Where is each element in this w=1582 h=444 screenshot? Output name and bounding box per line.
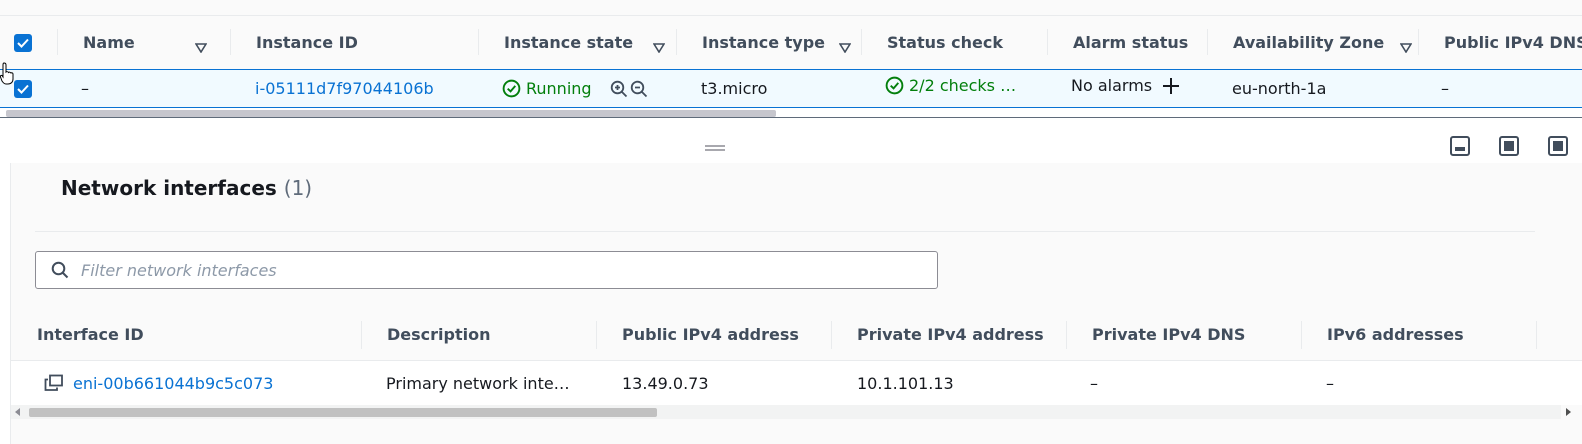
column-separator [1536,321,1537,349]
divider [35,231,1535,232]
column-separator [861,29,862,55]
column-separator [1418,29,1419,55]
column-separator [1207,29,1208,55]
column-header-label: Instance ID [256,33,358,52]
panel-hide-icon[interactable] [1547,135,1569,157]
filter-network-interfaces-input[interactable] [81,260,901,280]
column-header-instance-state[interactable]: Instance state [504,16,666,69]
column-separator [361,321,362,349]
column-separator [478,29,479,55]
table-top-strip [0,0,1582,16]
checkbox-checked-icon [14,79,32,98]
column-header-description[interactable]: Description [387,308,490,360]
column-header-label: Alarm status [1073,33,1189,52]
column-header-ipv6[interactable]: IPv6 addresses [1327,308,1464,360]
split-panel-bar [0,119,1582,163]
column-header-private-ipv4-dns[interactable]: Private IPv4 DNS [1092,308,1245,360]
column-separator [676,29,677,55]
column-separator [831,321,832,349]
column-header-interface-id[interactable]: Interface ID [37,308,144,360]
horizontal-scrollbar[interactable] [0,108,1582,118]
zoom-out-icon[interactable] [630,80,648,98]
scrollbar-thumb[interactable] [29,408,657,417]
panel-title-text: Network interfaces [61,176,277,200]
column-separator [1066,321,1067,349]
column-separator [596,321,597,349]
column-header-alarm-status[interactable]: Alarm status [1073,16,1188,69]
column-header-label: Availability Zone [1233,33,1385,52]
column-header-public-ipv4[interactable]: Public IPv4 address [622,308,799,360]
interface-id-cell: eni-00b661044b9c5c073 [44,361,273,405]
column-header-label: Instance state [504,33,634,52]
scroll-left-arrow-icon[interactable] [15,408,20,416]
sort-caret-icon[interactable] [838,38,852,54]
status-check-label: 2/2 checks … [909,76,1017,95]
panel-bottom-icon[interactable] [1449,135,1471,157]
zoom-in-icon[interactable] [610,80,628,98]
instance-name: – [81,79,89,98]
table-row[interactable]: – i-05111d7f97044106b Running t3.micro 2… [0,69,1582,108]
instance-type: t3.micro [701,79,768,98]
public-ipv4-cell: 13.49.0.73 [622,373,709,393]
column-header-label: Status check [887,33,1003,52]
horizontal-scrollbar[interactable] [11,405,1571,419]
hand-cursor-icon [0,62,16,86]
instance-id-link[interactable]: i-05111d7f97044106b [255,70,434,107]
availability-zone: eu-north-1a [1232,79,1327,98]
instance-state-label: Running [526,79,592,98]
checkbox-checked-icon [14,33,32,52]
alarm-status-label: No alarms [1071,76,1153,95]
column-header-label: Public IPv4 DNS [1444,33,1582,52]
column-separator [57,29,58,55]
search-icon [36,261,69,279]
column-header-label: Name [83,33,135,52]
ipv6-cell: – [1326,373,1334,393]
column-header-instance-type[interactable]: Instance type [702,16,852,69]
column-header-label: Instance type [702,33,825,52]
scrollbar-thumb[interactable] [6,110,776,117]
panel-title: Network interfaces (1) [61,176,312,200]
sort-caret-icon[interactable] [652,38,666,54]
sort-caret-icon[interactable] [1399,38,1413,54]
drag-handle-icon[interactable] [704,137,726,151]
column-separator [1301,321,1302,349]
interface-id-link[interactable]: eni-00b661044b9c5c073 [73,374,273,393]
instance-state: Running [502,70,648,107]
status-check[interactable]: 2/2 checks … [885,67,1016,104]
status-success-icon [502,79,521,98]
row-select-checkbox[interactable] [14,70,32,107]
filter-search-box[interactable] [35,251,938,289]
table-row[interactable]: eni-00b661044b9c5c073 Primary network in… [11,361,1582,405]
column-header-status-check[interactable]: Status check [887,16,1003,69]
column-header-name[interactable]: Name [83,16,208,69]
alarm-status: No alarms [1071,67,1180,104]
network-interfaces-table-header: Interface ID Description Public IPv4 add… [11,308,1582,361]
column-separator [1047,29,1048,55]
column-separator [230,29,231,55]
sort-caret-icon[interactable] [194,38,208,54]
column-header-private-ipv4[interactable]: Private IPv4 address [857,308,1044,360]
network-interfaces-panel: Network interfaces (1) Interface ID Desc… [10,163,1582,444]
column-header-public-ipv4-dns[interactable]: Public IPv4 DNS [1444,16,1582,69]
status-success-icon [885,76,904,95]
description-cell: Primary network inte… [386,373,570,393]
panel-count: (1) [283,176,313,200]
select-all-checkbox[interactable] [14,16,32,69]
column-header-availability-zone[interactable]: Availability Zone [1233,16,1413,69]
panel-side-icon[interactable] [1498,135,1520,157]
scroll-right-arrow-icon[interactable] [1566,408,1571,416]
instances-table-header: Name Instance ID Instance state Instance… [0,16,1582,69]
column-header-instance-id[interactable]: Instance ID [256,16,358,69]
plus-icon[interactable] [1162,77,1180,95]
public-ipv4-dns: – [1441,79,1449,98]
private-ipv4-dns-cell: – [1090,373,1098,393]
copy-icon[interactable] [44,374,64,392]
private-ipv4-cell: 10.1.101.13 [857,373,954,393]
